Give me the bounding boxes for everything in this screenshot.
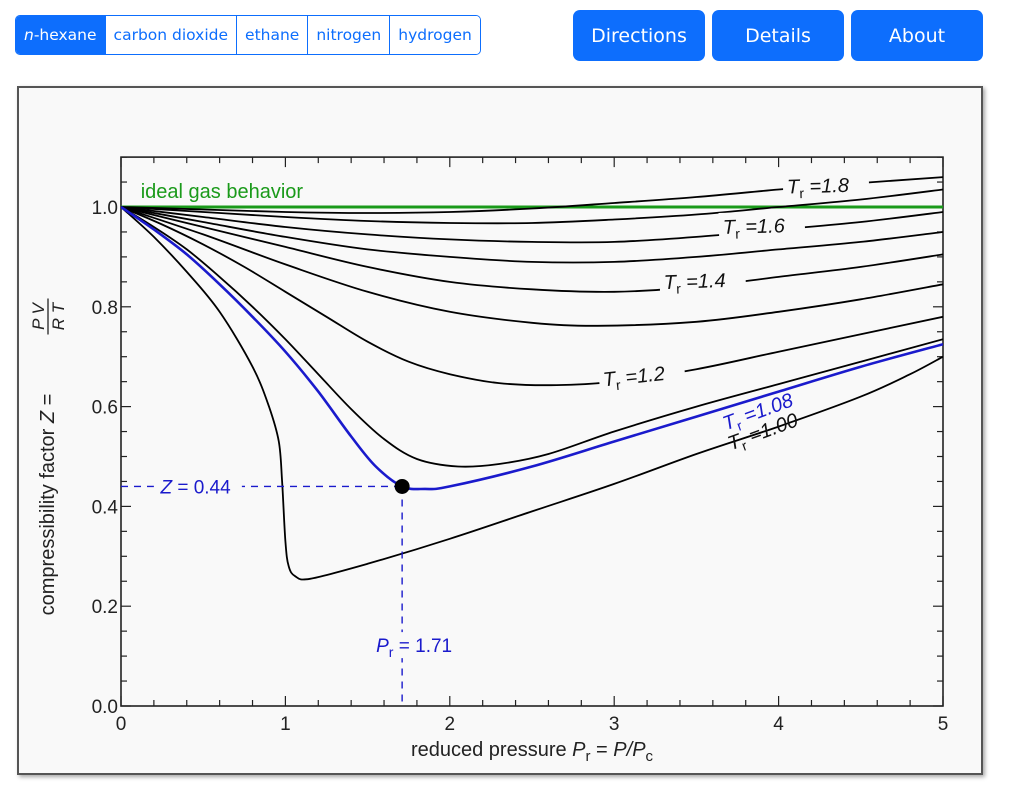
y-axis-label-group: compressibility factor Z = P VR T [29,298,68,616]
gas-option-label: ethane [245,26,300,44]
gas-option-label: carbon dioxide [113,26,229,44]
details-button[interactable]: Details [712,10,844,61]
y-tick-label: 1.0 [92,198,118,219]
gas-option-n-hexane[interactable]: n -hexane [16,16,105,54]
directions-button[interactable]: Directions [573,10,705,61]
y-label-eq: = [37,394,59,411]
y-tick-label: 0.2 [92,597,118,618]
x-label-P: P [572,739,586,761]
gas-option-label: hydrogen [398,26,472,44]
compressibility-chart: 0 1 2 3 4 50.00.20.40.60.81.0Tr =1.8Tr =1.6Tr… [29,156,949,765]
x-label-sub-c: c [646,748,654,765]
gas-option-nitrogen[interactable]: nitrogen [307,16,390,54]
x-tick-label: 4 [773,714,784,735]
curve-label-group: Tr =1.4 [659,265,747,297]
about-button[interactable]: About [851,10,983,61]
gas-option-carbon-dioxide[interactable]: carbon dioxide [104,16,237,54]
y-tick-label: 0.0 [92,697,118,718]
y-label-numerator: P V [29,301,48,329]
y-tick-label: 0.8 [92,298,118,319]
curve-label-value: =1.4 [680,270,726,294]
x-tick-label: 5 [938,714,949,735]
plot-axes-box [120,156,944,707]
x-label-text: reduced pressure [411,739,572,761]
gas-option-label: -hexane [33,26,97,44]
p-symbol: P [376,636,389,657]
curve-label-value: =1.8 [804,175,850,198]
ideal-gas-label: ideal gas behavior [141,181,304,203]
x-tick-label: 2 [445,714,456,735]
gas-option-label: nitrogen [316,26,382,44]
p-value-label: Pr = 1.71 [376,636,452,660]
y-label-text: compressibility factor [37,423,59,615]
chart-frame: 0 1 2 3 4 5 0.0 0.2 0.4 0.6 0.8 1.0 Tr =1.8 Tr =1.6 Tr… [17,86,983,775]
curve-label-group: Tr =1.8 [782,170,870,202]
curve-label-value: =1.6 [740,215,786,238]
x-label-eq: = [591,739,614,761]
curve-label-value: =1.2 [619,363,666,390]
state-point-marker [394,478,410,494]
x-tick-label: 3 [609,714,620,735]
isotherm-curve-1-00 [121,206,943,581]
isotherm-curve-1-20 [121,206,943,387]
curve-label: Tr =1.8 [787,175,850,202]
x-axis-label: reduced pressure Pr = P/Pc [411,739,654,765]
p-value: = 1.71 [393,636,452,657]
curve-label: Tr =1.2 [602,363,666,394]
curve-label-group: Tr =1.6 [718,210,806,242]
gas-option-ethane[interactable]: ethane [236,16,308,54]
y-label-denominator: R T [49,301,68,330]
gas-option-hydrogen[interactable]: hydrogen [389,16,480,54]
x-tick-label: 1 [280,714,291,735]
curve-label: Tr =1.4 [663,270,726,297]
curve-label: Tr =1.6 [723,215,786,242]
z-value: = 0.44 [172,477,231,498]
z-value-label: Z = 0.44 [159,477,231,498]
y-tick-label: 0.6 [92,398,118,419]
plot-curves [121,176,943,581]
gas-selector: n -hexane carbon dioxide ethane nitrogen hydr… [15,15,481,55]
curve-label-group: Tr =1.2 [597,356,686,394]
x-label-P2: P/P [613,739,646,761]
y-axis-label: compressibility factor Z = [37,394,59,616]
y-label-Z: Z [37,410,59,424]
y-tick-label: 0.4 [92,497,119,518]
gas-option-prefix: n [24,26,34,44]
